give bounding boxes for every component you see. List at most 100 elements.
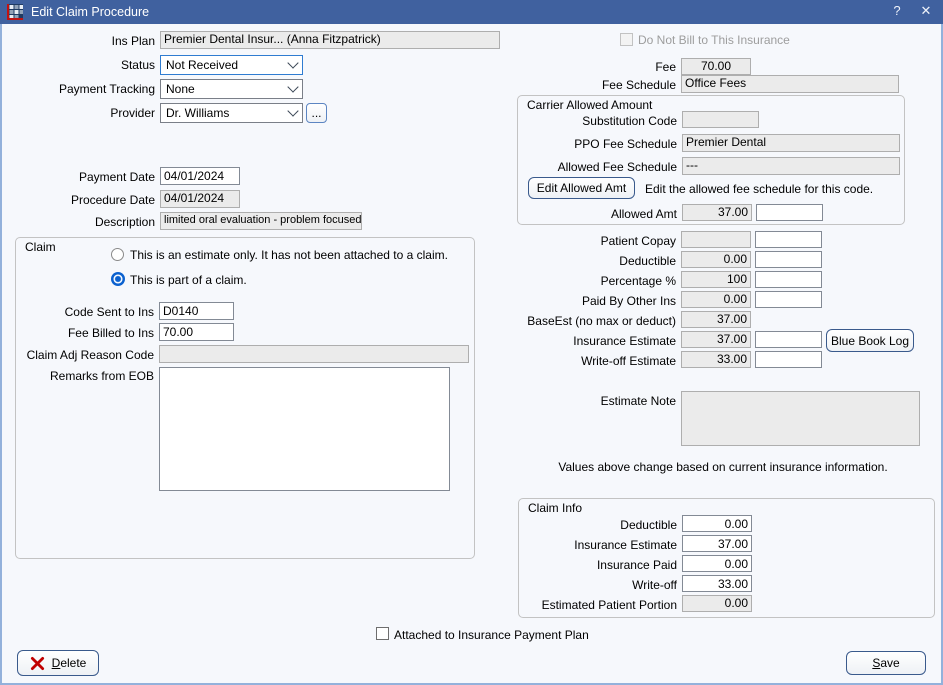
close-button[interactable]: ✕: [913, 3, 939, 19]
attached-payment-plan-label[interactable]: Attached to Insurance Payment Plan: [394, 628, 589, 642]
carrier-allowed-group: Carrier Allowed Amount Substitution Code…: [517, 95, 905, 225]
fee-schedule-label: Fee Schedule: [400, 78, 676, 92]
payment-tracking-dropdown[interactable]: None: [160, 79, 303, 99]
claim-info-ins-paid-label: Insurance Paid: [519, 558, 677, 572]
ppo-fee-schedule-label: PPO Fee Schedule: [518, 137, 677, 151]
do-not-bill-checkbox: [620, 33, 633, 46]
code-sent-label: Code Sent to Ins: [16, 305, 154, 319]
claim-info-deductible-label: Deductible: [519, 518, 677, 532]
estimate-only-radio[interactable]: [111, 248, 124, 261]
claim-info-ins-estimate-input[interactable]: [682, 535, 752, 552]
write-off-estimate-override-input[interactable]: [755, 351, 822, 368]
description-label: Description: [10, 215, 155, 229]
provider-more-button[interactable]: ...: [306, 103, 327, 123]
carrier-allowed-title: Carrier Allowed Amount: [527, 98, 652, 112]
claim-info-ins-paid-input[interactable]: [682, 555, 752, 572]
delete-x-icon: [30, 656, 45, 671]
write-off-estimate-field: 33.00: [681, 351, 751, 368]
provider-label: Provider: [10, 106, 155, 120]
paid-by-other-field: 0.00: [681, 291, 751, 308]
estimate-note-field: [681, 391, 920, 446]
patient-copay-override-input[interactable]: [755, 231, 822, 248]
chevron-down-icon: [287, 81, 298, 92]
remarks-label: Remarks from EOB: [16, 369, 154, 383]
chevron-down-icon: [287, 105, 298, 116]
status-dropdown[interactable]: Not Received: [160, 55, 303, 75]
allowed-amt-override-input[interactable]: [756, 204, 823, 221]
part-of-claim-radio[interactable]: [111, 272, 125, 286]
edit-claim-procedure-dialog: Edit Claim Procedure ? ✕ Ins Plan Premie…: [0, 0, 943, 685]
percentage-override-input[interactable]: [755, 271, 822, 288]
est-patient-portion-field: 0.00: [682, 595, 752, 612]
estimate-note-label: Estimate Note: [400, 394, 676, 408]
insurance-estimate-label: Insurance Estimate: [400, 334, 676, 348]
claim-info-write-off-input[interactable]: [682, 575, 752, 592]
fee-schedule-field: Office Fees: [681, 75, 899, 93]
insurance-estimate-field: 37.00: [681, 331, 751, 348]
patient-copay-field: [681, 231, 751, 248]
procedure-date-label: Procedure Date: [10, 193, 155, 207]
values-note: Values above change based on current ins…: [518, 460, 928, 474]
payment-date-input[interactable]: [160, 167, 240, 185]
fee-billed-label: Fee Billed to Ins: [16, 326, 154, 340]
provider-value: Dr. Williams: [166, 106, 229, 120]
status-value: Not Received: [166, 58, 238, 72]
claim-info-ins-estimate-label: Insurance Estimate: [519, 538, 677, 552]
claim-info-deductible-input[interactable]: [682, 515, 752, 532]
paid-by-other-label: Paid By Other Ins: [400, 294, 676, 308]
status-label: Status: [10, 58, 155, 72]
fee-field: 70.00: [681, 58, 751, 75]
delete-rest: elete: [60, 656, 86, 670]
insurance-estimate-override-input[interactable]: [755, 331, 822, 348]
payment-tracking-label: Payment Tracking: [10, 82, 155, 96]
dialog-title: Edit Claim Procedure: [31, 5, 149, 19]
deductible-override-input[interactable]: [755, 251, 822, 268]
allowed-amt-field: 37.00: [682, 204, 752, 221]
delete-button[interactable]: Delete: [17, 650, 99, 676]
deductible-field: 0.00: [681, 251, 751, 268]
allowed-amt-label: Allowed Amt: [518, 207, 677, 221]
payment-date-label: Payment Date: [10, 170, 155, 184]
base-est-field: 37.00: [681, 311, 751, 328]
do-not-bill-label: Do Not Bill to This Insurance: [638, 33, 790, 47]
title-bar: Edit Claim Procedure ? ✕: [0, 0, 943, 24]
app-icon: [7, 4, 23, 20]
attached-payment-plan-checkbox[interactable]: [376, 627, 389, 640]
claim-info-write-off-label: Write-off: [519, 578, 677, 592]
ins-plan-field: Premier Dental Insur... (Anna Fitzpatric…: [160, 31, 500, 49]
help-button[interactable]: ?: [884, 3, 910, 18]
paid-by-other-override-input[interactable]: [755, 291, 822, 308]
description-field: limited oral evaluation - problem focuse…: [160, 212, 362, 230]
percentage-label: Percentage %: [400, 274, 676, 288]
adj-reason-label: Claim Adj Reason Code: [16, 348, 154, 362]
procedure-date-field: 04/01/2024: [160, 190, 240, 208]
write-off-estimate-label: Write-off Estimate: [400, 354, 676, 368]
blue-book-log-button[interactable]: Blue Book Log: [826, 329, 914, 352]
fee-label: Fee: [400, 60, 676, 74]
ppo-fee-schedule-field: Premier Dental: [682, 134, 900, 152]
base-est-label: BaseEst (no max or deduct): [400, 314, 676, 328]
fee-billed-input[interactable]: [159, 323, 234, 341]
part-of-claim-radio-label[interactable]: This is part of a claim.: [130, 273, 247, 287]
allowed-fee-schedule-field: ---: [682, 157, 900, 175]
save-rest: ave: [880, 656, 899, 670]
edit-allowed-amt-button[interactable]: Edit Allowed Amt: [528, 177, 635, 199]
percentage-field: 100: [681, 271, 751, 288]
claim-info-group: Claim Info Deductible Insurance Estimate…: [518, 498, 935, 618]
delete-accel: D: [52, 656, 61, 670]
allowed-fee-schedule-label: Allowed Fee Schedule: [518, 160, 677, 174]
est-patient-portion-label: Estimated Patient Portion: [519, 598, 677, 612]
substitution-code-label: Substitution Code: [518, 114, 677, 128]
ins-plan-label: Ins Plan: [10, 34, 155, 48]
chevron-down-icon: [287, 57, 298, 68]
claim-group-title: Claim: [25, 240, 56, 254]
deductible-label: Deductible: [400, 254, 676, 268]
code-sent-input[interactable]: [159, 302, 234, 320]
edit-allowed-note: Edit the allowed fee schedule for this c…: [645, 182, 873, 196]
payment-tracking-value: None: [166, 82, 195, 96]
substitution-code-field: [682, 111, 759, 128]
provider-dropdown[interactable]: Dr. Williams: [160, 103, 303, 123]
remarks-textarea[interactable]: [159, 367, 450, 491]
save-button[interactable]: Save: [846, 651, 926, 675]
patient-copay-label: Patient Copay: [400, 234, 676, 248]
